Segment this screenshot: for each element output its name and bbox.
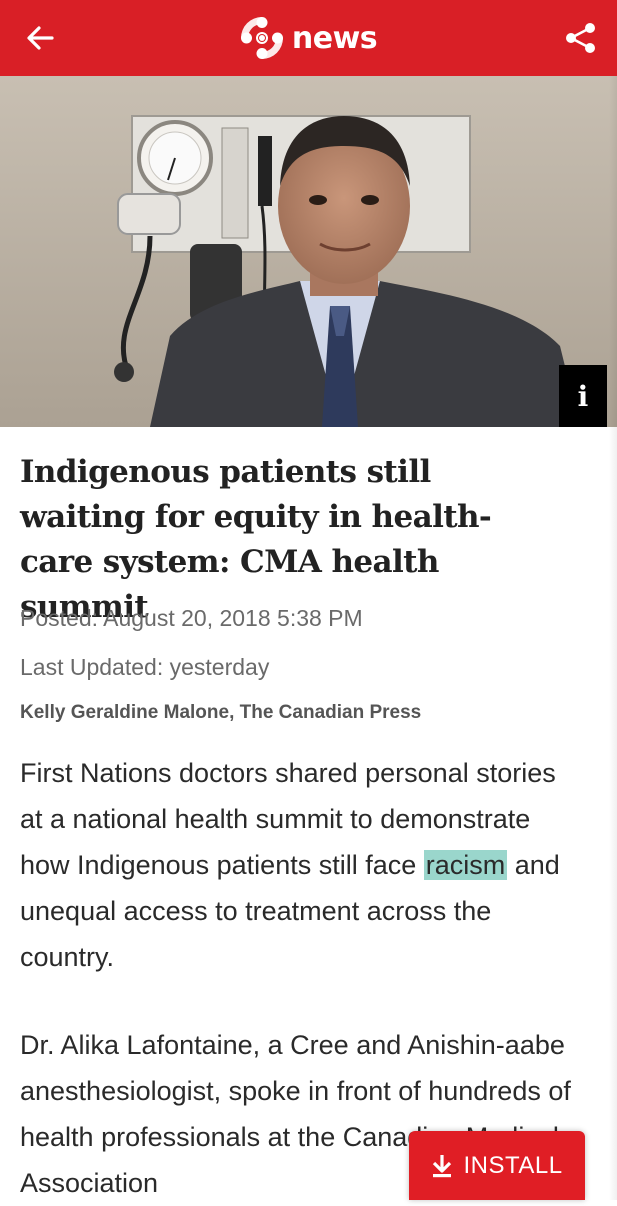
install-button[interactable]: INSTALL: [409, 1131, 585, 1200]
install-label: INSTALL: [463, 1151, 563, 1179]
article-paragraph: First Nations doctors shared personal st…: [20, 750, 580, 980]
hero-photo: [0, 76, 617, 427]
brand-logo: news: [240, 16, 378, 60]
share-icon: [566, 23, 595, 53]
back-button[interactable]: [22, 20, 58, 56]
arrow-left-icon: [27, 26, 54, 50]
download-icon: [433, 1154, 452, 1177]
scroll-indicator: [609, 76, 617, 1200]
article-headline: Indigenous patients still waiting for eq…: [20, 454, 492, 625]
info-icon: i: [577, 379, 589, 413]
posted-date: Posted: August 20, 2018 5:38 PM: [20, 605, 363, 631]
hero-image: [0, 76, 617, 427]
image-info-button[interactable]: i: [559, 365, 607, 427]
article-header: Indigenous patients still waiting for eq…: [20, 450, 560, 630]
last-updated: Last Updated: yesterday: [20, 654, 270, 680]
article-byline: Kelly Geraldine Malone, The Canadian Pre…: [20, 702, 422, 723]
highlighted-word[interactable]: racism: [423, 850, 508, 880]
top-app-bar: news: [0, 0, 617, 76]
cbc-gem-logo: [240, 17, 283, 59]
brand-name: news: [291, 20, 378, 56]
share-button[interactable]: [561, 18, 601, 58]
